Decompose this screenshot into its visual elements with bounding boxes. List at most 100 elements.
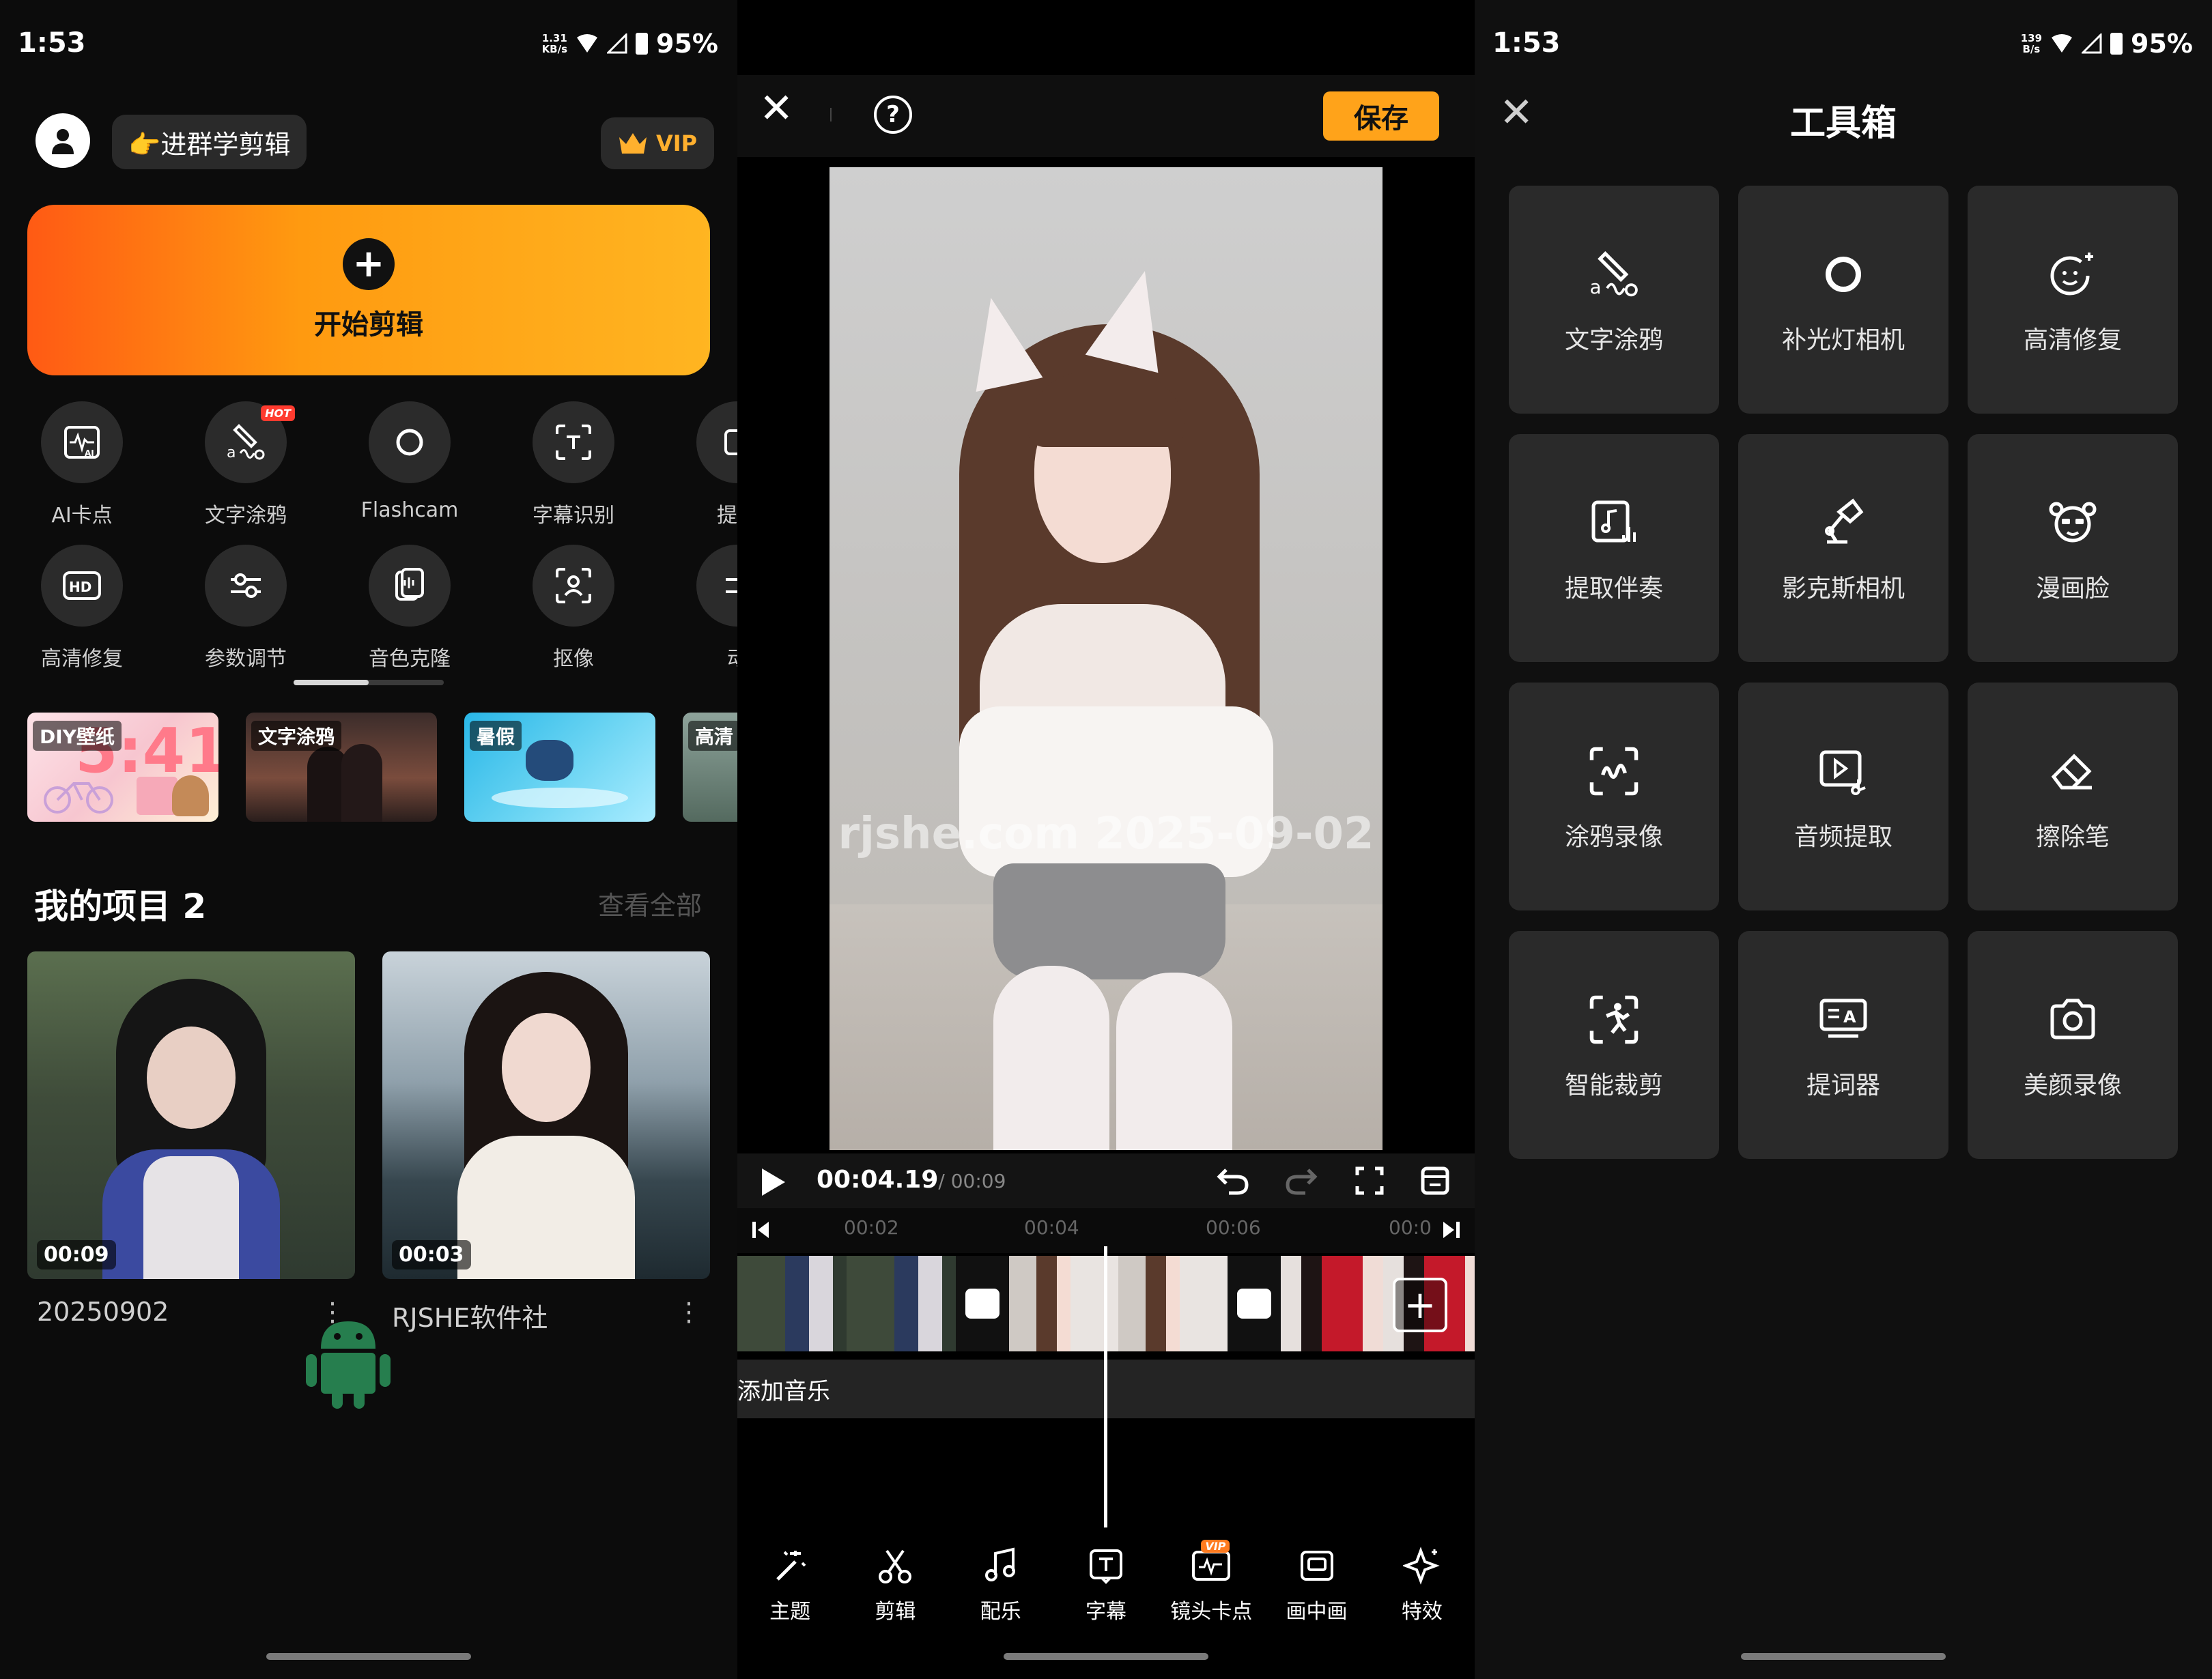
tab-subtitle[interactable]: 字幕 <box>1053 1544 1159 1633</box>
toolbox-screen: 1:53 139 B/s 95% ✕ 工具箱 a 文字涂鸦 补光灯相机 高清修复 … <box>1475 0 2212 1679</box>
undo-icon[interactable] <box>1215 1163 1251 1199</box>
tab-theme[interactable]: 主题 <box>737 1544 842 1633</box>
close-icon[interactable]: ✕ <box>759 85 793 132</box>
pip-icon <box>1300 1551 1333 1581</box>
tab-edit[interactable]: 剪辑 <box>842 1544 948 1633</box>
transition-icon[interactable] <box>1237 1289 1271 1319</box>
fullscreen-icon[interactable] <box>1352 1163 1387 1199</box>
pen-text-icon: a <box>227 424 265 461</box>
playhead[interactable] <box>1104 1246 1107 1527</box>
toolbox-smart-crop[interactable]: 智能裁剪 <box>1509 931 1719 1159</box>
save-button[interactable]: 保存 <box>1323 91 1439 141</box>
tab-effects[interactable]: 特效 <box>1370 1544 1475 1633</box>
hot-badge: HOT <box>261 405 295 421</box>
svg-text:a: a <box>227 444 236 461</box>
time-display: 00:04.19/ 00:09 <box>817 1166 1006 1194</box>
tool-motion[interactable]: 动 <box>655 545 737 672</box>
toolbox-teleprompter[interactable]: A 提词器 <box>1738 931 1948 1159</box>
gesture-bar[interactable] <box>266 1653 471 1660</box>
play-icon[interactable] <box>762 1168 785 1196</box>
tool-subtitle-recognition[interactable]: 字幕识别 <box>492 401 655 528</box>
tab-beat-cut[interactable]: VIP 镜头卡点 <box>1159 1540 1264 1633</box>
toolbox-hd-restore[interactable]: 高清修复 <box>1968 186 2178 414</box>
signal-icon <box>2082 33 2102 54</box>
gesture-bar[interactable] <box>1004 1653 1208 1660</box>
scissors-icon <box>879 1549 912 1583</box>
tool-flashcam[interactable]: Flashcam <box>328 401 492 522</box>
tab-music[interactable]: 配乐 <box>948 1544 1053 1633</box>
toolbox-cartoon-face[interactable]: 漫画脸 <box>1968 434 2178 662</box>
crown-icon <box>619 133 647 154</box>
ai-waveform-icon: AI <box>64 426 100 459</box>
subtitle-scan-icon <box>556 425 591 460</box>
tool-hd-restore[interactable]: HD 高清修复 <box>0 545 164 672</box>
hd-icon: HD <box>63 571 101 600</box>
ring-icon <box>1826 257 1861 292</box>
view-all-link[interactable]: 查看全部 <box>598 885 702 922</box>
desk-lamp-icon <box>1825 498 1864 544</box>
home-screen: 1:53 1.31 KB/s 95% 👉进群学剪辑 VIP + 开始剪辑 AI A… <box>0 0 737 1679</box>
join-group-button[interactable]: 👉进群学剪辑 <box>112 115 307 169</box>
page-title: 工具箱 <box>1789 103 1897 144</box>
project-name-1: 20250902 <box>37 1297 169 1327</box>
keyframe-icon[interactable] <box>1417 1163 1453 1199</box>
status-bar: 1:53 139 B/s 95% <box>1475 0 2212 89</box>
sparkle-icon <box>1402 1547 1440 1585</box>
more-icon[interactable]: ⋮ <box>676 1297 702 1327</box>
battery-icon <box>2110 33 2123 55</box>
tool-extract[interactable]: 提取 <box>655 401 737 528</box>
tab-picture-in-picture[interactable]: 画中画 <box>1264 1544 1369 1633</box>
page-indicator <box>294 680 444 685</box>
toolbox-fill-light-camera[interactable]: 补光灯相机 <box>1738 186 1948 414</box>
avatar[interactable] <box>36 113 90 168</box>
toolbox-doodle-recording[interactable]: 涂鸦录像 <box>1509 683 1719 910</box>
skip-end-icon[interactable] <box>1442 1220 1460 1239</box>
vip-button[interactable]: VIP <box>601 117 714 169</box>
toolbox-audio-extract[interactable]: 音频提取 <box>1738 683 1948 910</box>
tool-param-adjust[interactable]: 参数调节 <box>164 545 328 672</box>
playback-controls: 00:04.19/ 00:09 <box>737 1153 1475 1208</box>
toolbox-text-doodle[interactable]: a 文字涂鸦 <box>1509 186 1719 414</box>
sliders-icon <box>231 573 261 598</box>
project-thumbnail-1[interactable]: 00:09 <box>27 951 355 1279</box>
svg-text:HD: HD <box>69 579 91 595</box>
redo-icon[interactable] <box>1284 1163 1319 1199</box>
clip-1[interactable] <box>737 1256 956 1351</box>
start-editing-button[interactable]: + 开始剪辑 <box>27 205 710 375</box>
android-logo <box>306 1321 391 1409</box>
toolbox-beauty-recording[interactable]: 美颜录像 <box>1968 931 2178 1159</box>
user-icon <box>52 129 74 154</box>
toolbox-eraser[interactable]: 擦除笔 <box>1968 683 2178 910</box>
banner-summer[interactable]: 暑假 <box>464 713 655 822</box>
clip-2[interactable] <box>1009 1256 1228 1351</box>
banner-text-doodle[interactable]: 文字涂鸦 <box>246 713 437 822</box>
plus-icon: + <box>343 238 395 290</box>
editor-toolbar: ✕ ? 保存 <box>737 75 1475 157</box>
skip-start-icon[interactable] <box>752 1220 770 1239</box>
svg-text:AI: AI <box>85 448 94 458</box>
toolbox-lamp-camera[interactable]: 影克斯相机 <box>1738 434 1948 662</box>
transition-icon[interactable] <box>965 1289 999 1319</box>
text-box-icon <box>1089 1549 1122 1584</box>
project-thumbnail-2[interactable]: 00:03 <box>382 951 710 1279</box>
toolbox-extract-accompaniment[interactable]: 提取伴奏 <box>1509 434 1719 662</box>
banner-diy-wallpaper[interactable]: 5:41 DIY壁纸 <box>27 713 218 822</box>
doodle-scan-icon <box>1589 747 1639 796</box>
project-name-2: RJSHE软件社 <box>392 1303 548 1333</box>
status-time: 1:53 <box>1492 27 1561 59</box>
banner-hd[interactable]: 高清 <box>683 713 737 822</box>
tool-voice-clone[interactable]: 音色克隆 <box>328 545 492 672</box>
help-icon[interactable]: ? <box>874 96 912 134</box>
eraser-icon <box>2051 754 2092 790</box>
camera-icon <box>2050 999 2095 1039</box>
tool-text-doodle[interactable]: a HOT 文字涂鸦 <box>164 401 328 528</box>
gesture-bar[interactable] <box>1741 1653 1946 1660</box>
teleprompter-icon: A <box>1819 999 1867 1038</box>
tool-ai-beat[interactable]: AI AI卡点 <box>0 401 164 528</box>
svg-text:A: A <box>1843 1007 1856 1027</box>
music-note-icon <box>984 1547 1015 1581</box>
tool-cutout[interactable]: 抠像 <box>492 545 655 672</box>
add-clip-button[interactable]: + <box>1393 1278 1447 1332</box>
battery-level: 95% <box>2131 29 2193 59</box>
video-preview[interactable]: rjshe.com 2025-09-02 <box>830 167 1382 1150</box>
